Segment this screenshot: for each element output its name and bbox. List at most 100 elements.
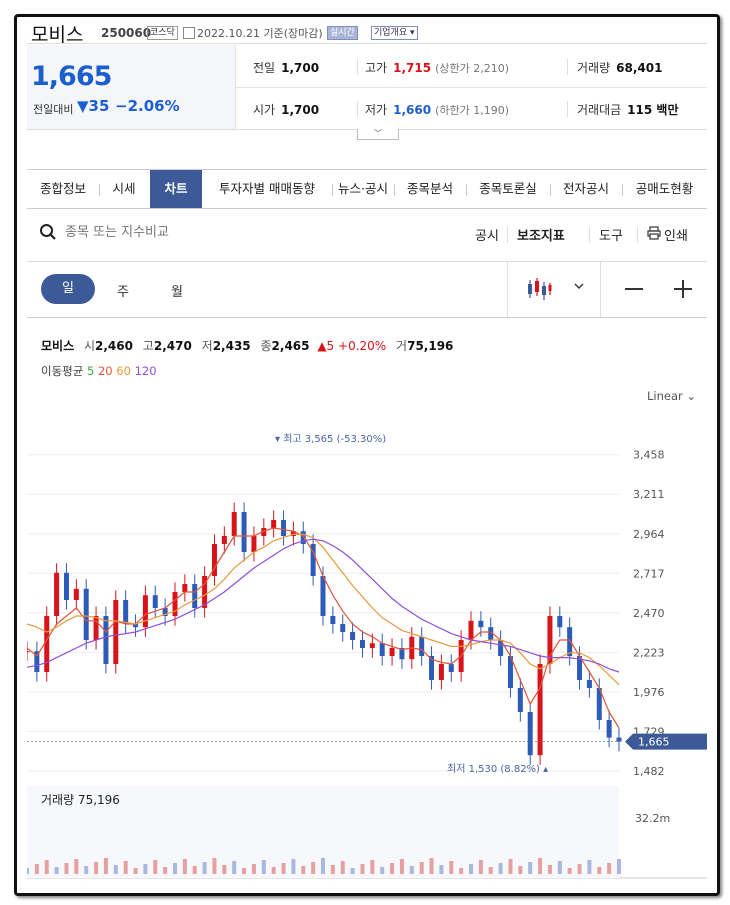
- chart-type-dropdown[interactable]: [507, 261, 601, 317]
- realtime-button[interactable]: 실시간: [327, 26, 358, 40]
- expand-quote-button[interactable]: ﹀: [357, 129, 399, 140]
- volume-bar: [34, 864, 39, 874]
- volume-bar: [459, 868, 464, 874]
- x-tick-label: 4월: [479, 883, 496, 884]
- volume-bar: [518, 866, 523, 874]
- tab-discussion[interactable]: 종목토론실: [466, 170, 550, 208]
- candle-body: [616, 737, 622, 742]
- y-tick-label: 2,717: [633, 567, 665, 580]
- lower-limit: (하한가 1,190): [435, 104, 509, 117]
- tab-quotes[interactable]: 시세: [99, 170, 149, 208]
- volume-bar: [419, 862, 424, 874]
- period-daily-button[interactable]: 일: [41, 274, 95, 304]
- price-box: 1,665 전일대비 ▼35 −2.06%: [27, 45, 236, 129]
- tab-investor-trading[interactable]: 투자자별 매매동향: [202, 170, 332, 208]
- volume-bar: [340, 861, 345, 874]
- row-divider: [235, 87, 707, 88]
- period-selector: 일 주 월: [27, 261, 707, 318]
- ohlc-close-label: 종: [260, 339, 272, 353]
- tab-overview[interactable]: 종합정보: [27, 170, 99, 208]
- stock-header: 모비스 250060 코스닥 2022.10.21 기준(장마감) 실시간 기업…: [27, 19, 707, 46]
- volume-bar: [508, 859, 513, 874]
- printer-icon[interactable]: [647, 226, 661, 240]
- current-price-label: 1,665: [638, 736, 670, 749]
- tab-disclosure[interactable]: 전자공시: [550, 170, 622, 208]
- change-percent: −2.06%: [115, 97, 180, 115]
- candle-body: [142, 595, 148, 628]
- price-chart[interactable]: 3,4583,2112,9642,7172,4702,2231,9761,729…: [27, 414, 707, 884]
- period-weekly-button[interactable]: 주: [117, 281, 129, 300]
- prev-close-label: 전일: [253, 61, 276, 75]
- candle-body: [330, 616, 336, 624]
- trade-value: 거래대금 115 백만: [577, 101, 678, 118]
- divider: [567, 59, 568, 75]
- x-tick-label: 8월: [71, 883, 88, 884]
- volume-bar: [449, 861, 454, 874]
- x-tick-label: 2022: [422, 883, 450, 884]
- tab-analysis[interactable]: 종목분석: [394, 170, 466, 208]
- volume-bar: [587, 860, 592, 874]
- candle-body: [517, 688, 523, 712]
- volume-bar: [44, 860, 49, 874]
- volume-bar: [27, 868, 29, 874]
- volume-bar: [232, 861, 237, 874]
- scale-mode-label: Linear: [647, 389, 683, 403]
- print-button[interactable]: 인쇄: [664, 225, 688, 244]
- x-tick-label: 8월: [567, 883, 584, 884]
- volume-bar: [103, 858, 108, 874]
- open-price: 시가 1,700: [253, 101, 319, 118]
- indicator-button[interactable]: 보조지표: [517, 225, 565, 244]
- moving-average-legend: 이동평균 5 20 60 120: [41, 363, 157, 379]
- volume-bar: [577, 864, 582, 874]
- divider: [637, 227, 638, 243]
- volume-bar: [380, 867, 385, 874]
- candle-body: [389, 648, 395, 656]
- volume-bar: [133, 868, 138, 874]
- candle-body: [103, 616, 109, 664]
- volume-bar: [557, 861, 562, 874]
- tab-chart[interactable]: 차트: [150, 170, 202, 208]
- volume-bar: [113, 865, 118, 874]
- candle-body: [251, 536, 257, 552]
- chevron-down-icon: ﹀: [374, 129, 382, 138]
- low-label: 저가: [365, 103, 388, 117]
- change-amount: 35: [88, 97, 110, 115]
- low-value: 1,660: [393, 103, 432, 117]
- period-monthly-button[interactable]: 월: [171, 281, 183, 300]
- divider: [357, 101, 358, 117]
- tab-news[interactable]: 뉴스·공시: [332, 170, 394, 208]
- candle-body: [113, 600, 119, 664]
- chart-annotations: 1,665 ▾ 최고 3,565 (-53.30%) 최저 1,530 (8.82%…: [27, 433, 707, 775]
- market-badge: 코스닥: [147, 26, 178, 40]
- scale-mode-dropdown[interactable]: Linear ⌄: [647, 389, 696, 403]
- quote-date: 2022.10.21 기준(장마감): [197, 27, 323, 40]
- candle-body: [93, 616, 99, 640]
- high-value: 1,715: [393, 61, 432, 75]
- zoom-out-button[interactable]: [625, 288, 643, 290]
- ohlc-low: 2,435: [212, 339, 251, 353]
- candle-body: [231, 512, 237, 536]
- company-overview-label: 기업개요: [374, 28, 408, 38]
- volume-bar: [360, 864, 365, 874]
- volume-bar: [330, 865, 335, 874]
- candle-body: [448, 664, 454, 672]
- ohlc-low-label: 저: [201, 339, 213, 353]
- company-overview-dropdown[interactable]: 기업개요 ▾: [371, 26, 418, 40]
- candle-body: [567, 627, 573, 656]
- volume: 거래량 68,401: [577, 59, 662, 76]
- candle-body: [152, 595, 158, 608]
- x-tick-label: 4월: [233, 883, 250, 884]
- compare-search-input[interactable]: [63, 224, 327, 241]
- tab-short-selling[interactable]: 공매도현황: [622, 170, 707, 208]
- divider: [567, 101, 568, 117]
- candle-body: [83, 588, 89, 640]
- volume-bar: [350, 868, 355, 874]
- ohlc-high: 2,470: [153, 339, 192, 353]
- y-tick-label: 1,976: [633, 686, 665, 699]
- candle-body: [271, 520, 277, 528]
- volume-bar: [439, 865, 444, 874]
- prev-close: 전일 1,700: [253, 59, 319, 76]
- tools-button[interactable]: 도구: [599, 225, 623, 244]
- disclosure-button[interactable]: 공시: [475, 225, 499, 244]
- candle-body: [359, 640, 365, 648]
